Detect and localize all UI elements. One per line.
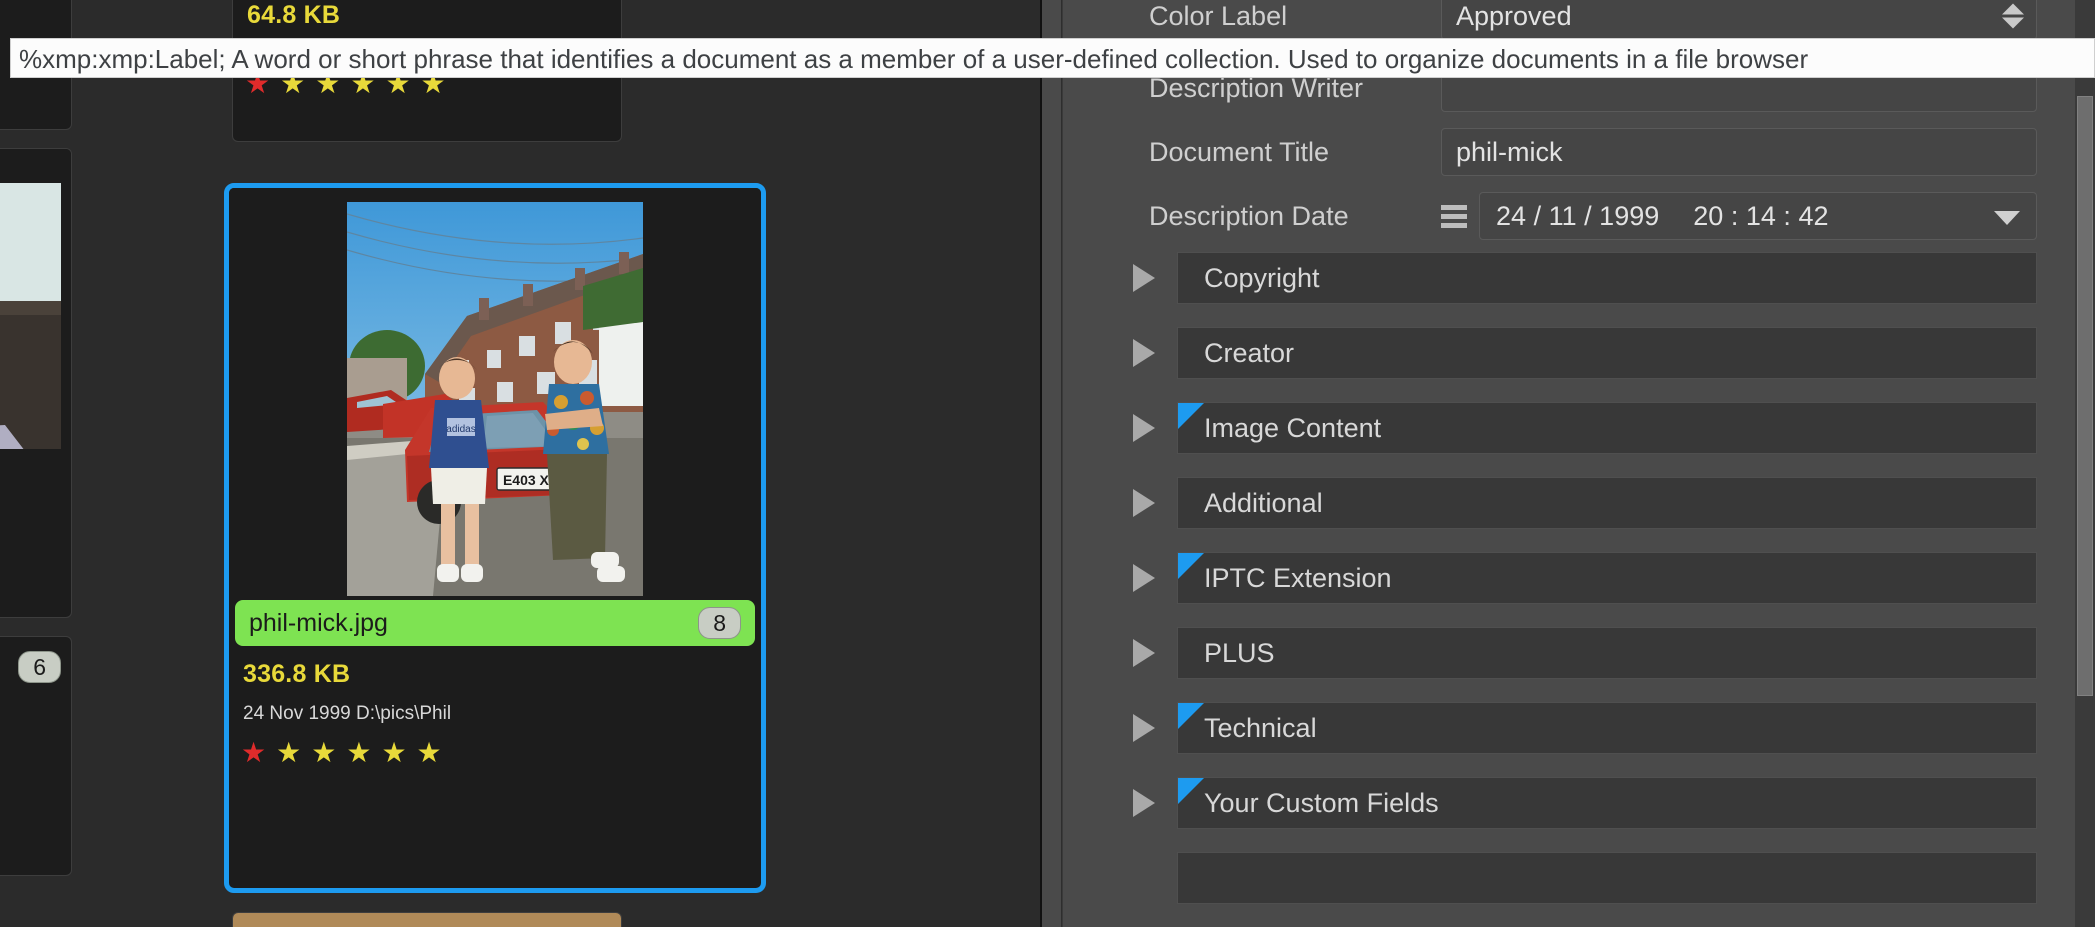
field-row-description-date: Description Date 24 / 11 / 1999 20 : 14 … [1063, 188, 2075, 244]
section-label: Your Custom Fields [1204, 787, 1439, 818]
time-separator-2: : [1783, 200, 1791, 231]
chevron-down-icon[interactable] [1994, 211, 2020, 225]
expand-triangle-icon[interactable] [1133, 789, 1155, 817]
metadata-sections: Copyright Creator Image Content Addition… [1063, 252, 2075, 904]
section-label: IPTC Extension [1204, 562, 1392, 593]
section-header-additional[interactable]: Additional [1177, 477, 2037, 529]
date-separator-1: / [1533, 200, 1542, 231]
svg-text:adidas: adidas [446, 424, 475, 435]
section-label: PLUS [1204, 637, 1275, 668]
section-iptc-extension[interactable]: IPTC Extension [1063, 552, 2075, 604]
thumbnail-badge-count: 8 [698, 607, 741, 639]
section-label: Creator [1204, 337, 1295, 368]
thumbnail-date-path: 24 Nov 1999 D:\pics\Phil [243, 703, 452, 724]
section-image-content[interactable]: Image Content [1063, 402, 2075, 454]
section-next-partial[interactable] [1063, 852, 2075, 904]
date-day[interactable]: 24 [1496, 201, 1526, 231]
expand-triangle-icon[interactable] [1133, 714, 1155, 742]
star-2[interactable]: ★ [276, 739, 301, 767]
field-input-document-title[interactable]: phil-mick [1441, 128, 2037, 176]
section-header-iptc-extension[interactable]: IPTC Extension [1177, 552, 2037, 604]
section-additional[interactable]: Additional [1063, 477, 2075, 529]
expand-triangle-icon[interactable] [1133, 564, 1155, 592]
metadata-panel: Color Label Approved Description Writer … [1063, 0, 2075, 927]
section-label: Copyright [1204, 262, 1320, 293]
expand-triangle-icon[interactable] [1133, 639, 1155, 667]
section-your-custom-fields[interactable]: Your Custom Fields [1063, 777, 2075, 829]
thumbnail-card-partial-left[interactable] [0, 148, 72, 618]
tooltip-popup: %xmp:xmp:Label; A word or short phrase t… [10, 38, 2095, 78]
date-month[interactable]: 11 [1549, 201, 1577, 231]
field-row-document-title: Document Title phil-mick [1063, 124, 2075, 180]
section-header-image-content[interactable]: Image Content [1177, 402, 2037, 454]
photo-two-people-car: E403 XH adidas [347, 202, 643, 596]
date-part-group[interactable]: 24 / 11 / 1999 [1496, 201, 1659, 232]
thumbnail-filename-bar[interactable]: phil-mick.jpg 8 [235, 600, 755, 646]
scrollbar-thumb[interactable] [2077, 96, 2093, 696]
section-header-plus[interactable]: PLUS [1177, 627, 2037, 679]
modified-corner-marker-icon [1178, 778, 1204, 804]
photo-person-couch [0, 183, 61, 449]
modified-corner-marker-icon [1178, 403, 1204, 429]
expand-triangle-icon[interactable] [1133, 264, 1155, 292]
field-label-document-title: Document Title [1149, 136, 1330, 167]
field-value-color-label[interactable]: Approved [1441, 0, 2037, 40]
color-label-selected-value: Approved [1456, 0, 1572, 31]
section-header-your-custom-fields[interactable]: Your Custom Fields [1177, 777, 2037, 829]
section-creator[interactable]: Creator [1063, 327, 2075, 379]
panel-splitter[interactable] [1040, 0, 1062, 927]
thumbnail-filesize: 64.8 KB [247, 1, 341, 29]
star-4[interactable]: ★ [346, 739, 371, 767]
time-separator-1: : [1730, 200, 1739, 231]
section-label: Additional [1204, 487, 1323, 518]
spinner-arrows-icon[interactable] [2002, 3, 2024, 29]
thumbnail-card-below[interactable] [232, 912, 622, 927]
section-header-next-partial[interactable] [1177, 852, 2037, 904]
time-part-group[interactable]: 20 : 14 : 42 [1693, 201, 1828, 232]
date-separator-2: / [1584, 200, 1592, 231]
section-copyright[interactable]: Copyright [1063, 252, 2075, 304]
app-window: 6 64.8 KB ★ ★ ★ ★ ★ ★ E403 XH adidas phi… [0, 0, 2095, 927]
time-hour[interactable]: 20 [1693, 201, 1723, 231]
hamburger-icon[interactable] [1441, 204, 1467, 228]
thumbnail-rating-stars[interactable]: ★ ★ ★ ★ ★ ★ [229, 725, 761, 779]
thumbnail-card-selected[interactable]: E403 XH adidas phil-mick.jpg 8 336.8 KB … [224, 183, 766, 893]
time-second[interactable]: 42 [1798, 201, 1828, 231]
star-1[interactable]: ★ [241, 739, 266, 767]
date-year[interactable]: 1999 [1599, 201, 1659, 231]
expand-triangle-icon[interactable] [1133, 339, 1155, 367]
section-header-creator[interactable]: Creator [1177, 327, 2037, 379]
thumbnail-card-partial-bottomleft[interactable]: 6 [0, 636, 72, 876]
section-plus[interactable]: PLUS [1063, 627, 2075, 679]
modified-corner-marker-icon [1178, 553, 1204, 579]
expand-triangle-icon[interactable] [1133, 489, 1155, 517]
expand-triangle-icon[interactable] [1133, 414, 1155, 442]
section-header-technical[interactable]: Technical [1177, 702, 2037, 754]
thumbnail-browser-panel[interactable]: 6 64.8 KB ★ ★ ★ ★ ★ ★ E403 XH adidas phi… [0, 0, 1040, 927]
field-label-color-label: Color Label [1149, 0, 1288, 31]
time-minute[interactable]: 14 [1746, 201, 1776, 231]
modified-corner-marker-icon [1178, 703, 1204, 729]
section-label: Technical [1204, 712, 1317, 743]
section-technical[interactable]: Technical [1063, 702, 2075, 754]
star-3[interactable]: ★ [311, 739, 336, 767]
thumbnail-filesize: 336.8 KB [243, 660, 351, 688]
tooltip-text: %xmp:xmp:Label; A word or short phrase t… [19, 44, 1809, 74]
star-5[interactable]: ★ [381, 739, 406, 767]
thumbnail-photo-selected: E403 XH adidas [229, 188, 761, 596]
field-label-description-date: Description Date [1149, 200, 1349, 231]
document-title-value: phil-mick [1456, 136, 1563, 167]
section-header-copyright[interactable]: Copyright [1177, 252, 2037, 304]
thumbnail-filename: phil-mick.jpg [249, 608, 388, 637]
date-time-input[interactable]: 24 / 11 / 1999 20 : 14 : 42 [1479, 192, 2037, 240]
section-label: Image Content [1204, 412, 1382, 443]
thumbnail-badge: 6 [18, 651, 61, 683]
star-6[interactable]: ★ [417, 739, 442, 767]
thumbnail-photo-partial-left [0, 149, 71, 449]
metadata-panel-scrollbar[interactable] [2075, 0, 2095, 927]
